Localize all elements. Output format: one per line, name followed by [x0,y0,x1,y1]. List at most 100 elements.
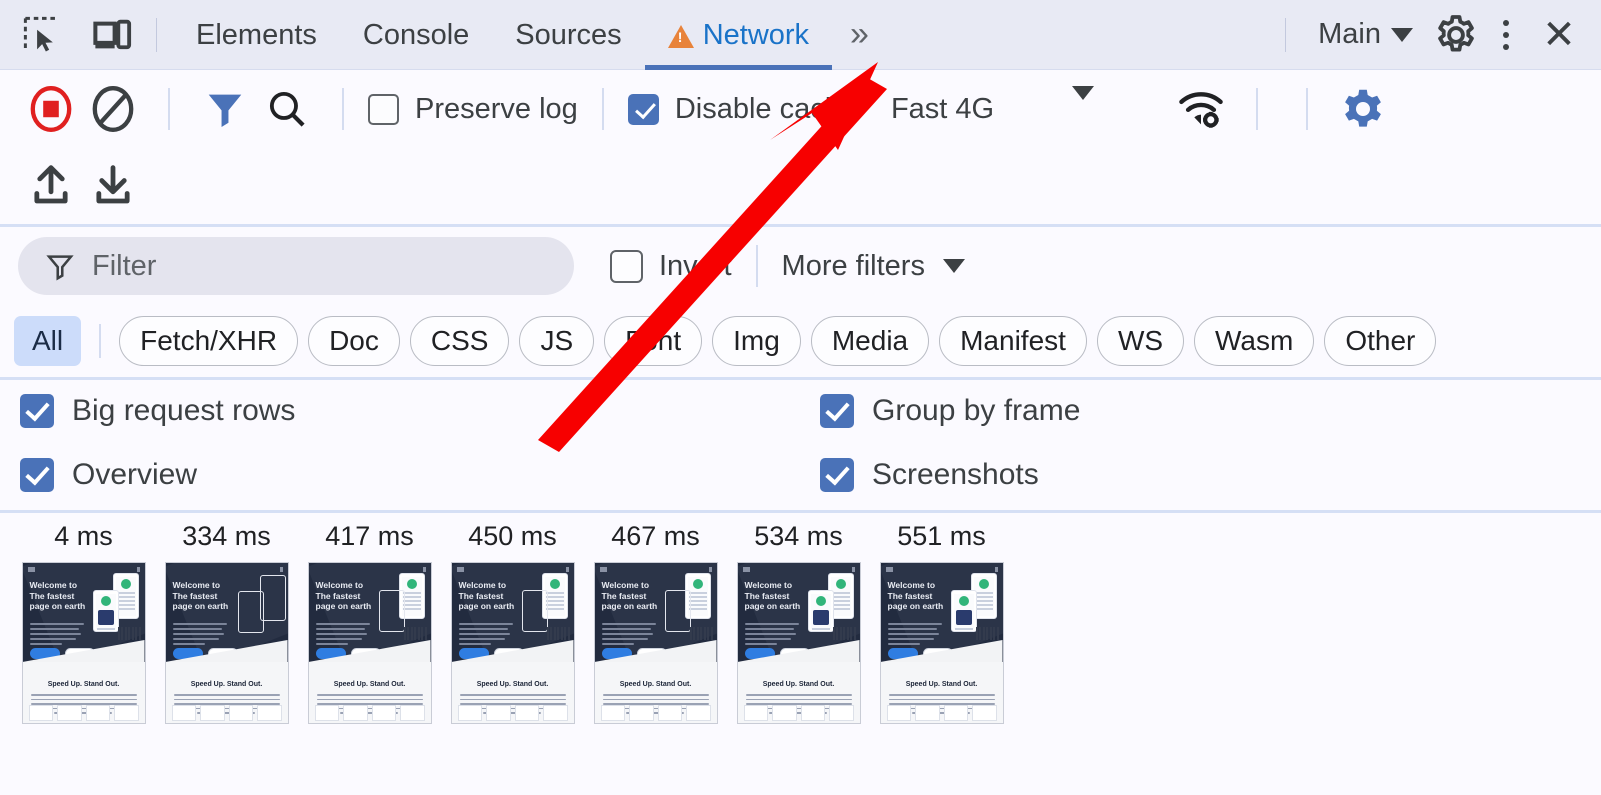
filter-chip-img[interactable]: Img [712,316,801,366]
group-by-frame-box [820,394,854,428]
kebab-dot [1503,19,1509,26]
filmstrip-screenshot[interactable]: Welcome to The fastest page on earth Spe… [879,562,1004,724]
throttle-chevron-down-icon[interactable] [1072,86,1095,118]
thumb-hero-paragraph [172,623,227,648]
filter-chip-all[interactable]: All [14,316,82,366]
filmstrip-frame[interactable]: 450 ms Welcome to The fastest page on ea… [441,521,584,724]
filmstrip-screenshot[interactable]: Welcome to The fastest page on earth Spe… [307,562,432,724]
tab-console[interactable]: Console [340,0,492,70]
chevron-down-icon [942,259,965,273]
filter-chip-doc[interactable]: Doc [308,316,400,366]
thumb-cards [886,705,997,721]
tab-network[interactable]: Network [644,0,833,70]
option-big-request-rows[interactable]: Big request rows [20,394,820,428]
disable-cache-checkbox[interactable]: Disable cache [627,92,857,126]
option-group-by-frame[interactable]: Group by frame [820,394,1601,428]
filter-icon [46,255,74,281]
inspect-element-icon[interactable] [14,7,70,63]
filmstrip-frame[interactable]: 417 ms Welcome to The fastest page on ea… [298,521,441,724]
filmstrip-frame[interactable]: 551 ms Welcome to The fastest page on ea… [870,521,1013,724]
filmstrip-frame[interactable]: 4 ms Welcome to The fastest page on eart… [12,521,155,724]
preserve-log-label: Preserve log [415,92,578,125]
thumb-section-heading: Speed Up. Stand Out. [47,681,120,688]
filter-chip-css[interactable]: CSS [409,316,510,366]
filmstrip-frame-time: 450 ms [468,521,557,551]
tab-elements[interactable]: Elements [173,0,340,70]
filter-chip-js[interactable]: JS [519,316,595,366]
filter-chip-media[interactable]: Media [810,316,930,366]
preserve-log-checkbox[interactable]: Preserve log [368,93,578,126]
invert-checkbox[interactable]: Invert [610,249,732,283]
import-har-icon[interactable] [20,155,82,217]
thumb-hero-heading: Welcome to The fastest page on earth [315,580,372,611]
more-filters-dropdown[interactable]: More filters [782,250,965,283]
clear-button[interactable] [82,78,144,140]
thumb-hero-heading: Welcome to The fastest page on earth [29,580,86,611]
filter-chip-wasm[interactable]: Wasm [1194,316,1315,366]
thumb-hero: Welcome to The fastest page on earth [451,563,574,662]
tab-console-label: Console [362,18,470,51]
thumb-section-heading: Speed Up. Stand Out. [190,681,263,688]
filter-chip-fetch-xhr[interactable]: Fetch/XHR [119,316,299,366]
record-button[interactable] [20,78,82,140]
thumb-phone-front-placeholder [237,591,264,633]
filmstrip-frame[interactable]: 334 ms Welcome to The fastest page on ea… [155,521,298,724]
filter-toggle-button[interactable] [194,78,256,140]
filmstrip-frame[interactable]: 534 ms Welcome to The fastest page on ea… [727,521,870,724]
disable-cache-label: Disable cache [674,92,857,125]
thumb-hero-paragraph [315,623,370,648]
filter-chip-manifest[interactable]: Manifest [939,316,1087,366]
network-conditions-icon[interactable] [1170,78,1232,140]
caret-shape [1072,86,1095,117]
thumb-body: Speed Up. Stand Out. [451,662,574,723]
filmstrip-frame[interactable]: 467 ms Welcome to The fastest page on ea… [584,521,727,724]
kebab-menu-icon[interactable] [1483,8,1529,62]
filmstrip-screenshot[interactable]: Welcome to The fastest page on earth Spe… [164,562,289,724]
tab-sources[interactable]: Sources [492,0,644,70]
thumb-hero-paragraph [601,623,656,648]
kebab-dot [1503,43,1509,50]
throttle-select-value[interactable]: Fast 4G [891,93,994,126]
group-by-frame-label: Group by frame [872,394,1081,427]
gear-icon[interactable] [1429,8,1483,62]
thumb-menu [851,567,855,572]
filter-input[interactable]: Filter [18,237,574,295]
thumb-hero: Welcome to The fastest page on earth [308,563,431,662]
tabbar-right-divider [1285,17,1287,52]
toolbar-divider [601,88,604,130]
thumb-hero: Welcome to The fastest page on earth [165,563,288,662]
filmstrip-screenshot[interactable]: Welcome to The fastest page on earth Spe… [593,562,718,724]
kebab-dot [1503,31,1509,38]
thumb-hero-heading: Welcome to The fastest page on earth [887,580,944,611]
thumb-hero: Welcome to The fastest page on earth [737,563,860,662]
option-overview[interactable]: Overview [20,458,820,492]
export-har-icon[interactable] [82,155,144,217]
thumb-cards [28,705,139,721]
filter-chip-ws[interactable]: WS [1096,316,1185,366]
thumb-hero-heading: Welcome to The fastest page on earth [172,580,229,611]
close-icon[interactable]: ✕ [1529,8,1589,62]
thumb-menu [136,567,140,572]
warning-triangle-icon [667,25,694,48]
thumb-cards [457,705,568,721]
filter-chip-other[interactable]: Other [1324,316,1437,366]
tab-network-label: Network [702,18,810,51]
option-screenshots[interactable]: Screenshots [820,458,1601,492]
filter-chip-font[interactable]: Font [604,316,703,366]
overview-label: Overview [72,458,198,491]
thumb-hero-paragraph [29,623,84,648]
thumb-body: Speed Up. Stand Out. [880,662,1003,723]
thumb-barcode [403,627,427,640]
filmstrip-screenshot[interactable]: Welcome to The fastest page on earth Spe… [450,562,575,724]
search-button[interactable] [256,78,318,140]
device-toolbar-icon[interactable] [84,7,140,63]
filter-row: Filter Invert More filters [0,227,1601,305]
network-settings-icon[interactable] [1332,78,1394,140]
more-tabs-chevron-icon[interactable]: » [832,15,881,54]
more-filters-label: More filters [781,249,925,282]
tabbar-divider [156,17,157,52]
context-selector[interactable]: Main [1302,18,1429,51]
filmstrip-screenshot[interactable]: Welcome to The fastest page on earth Spe… [736,562,861,724]
filmstrip-screenshot[interactable]: Welcome to The fastest page on earth Spe… [21,562,146,724]
thumb-hero-heading: Welcome to The fastest page on earth [744,580,801,611]
